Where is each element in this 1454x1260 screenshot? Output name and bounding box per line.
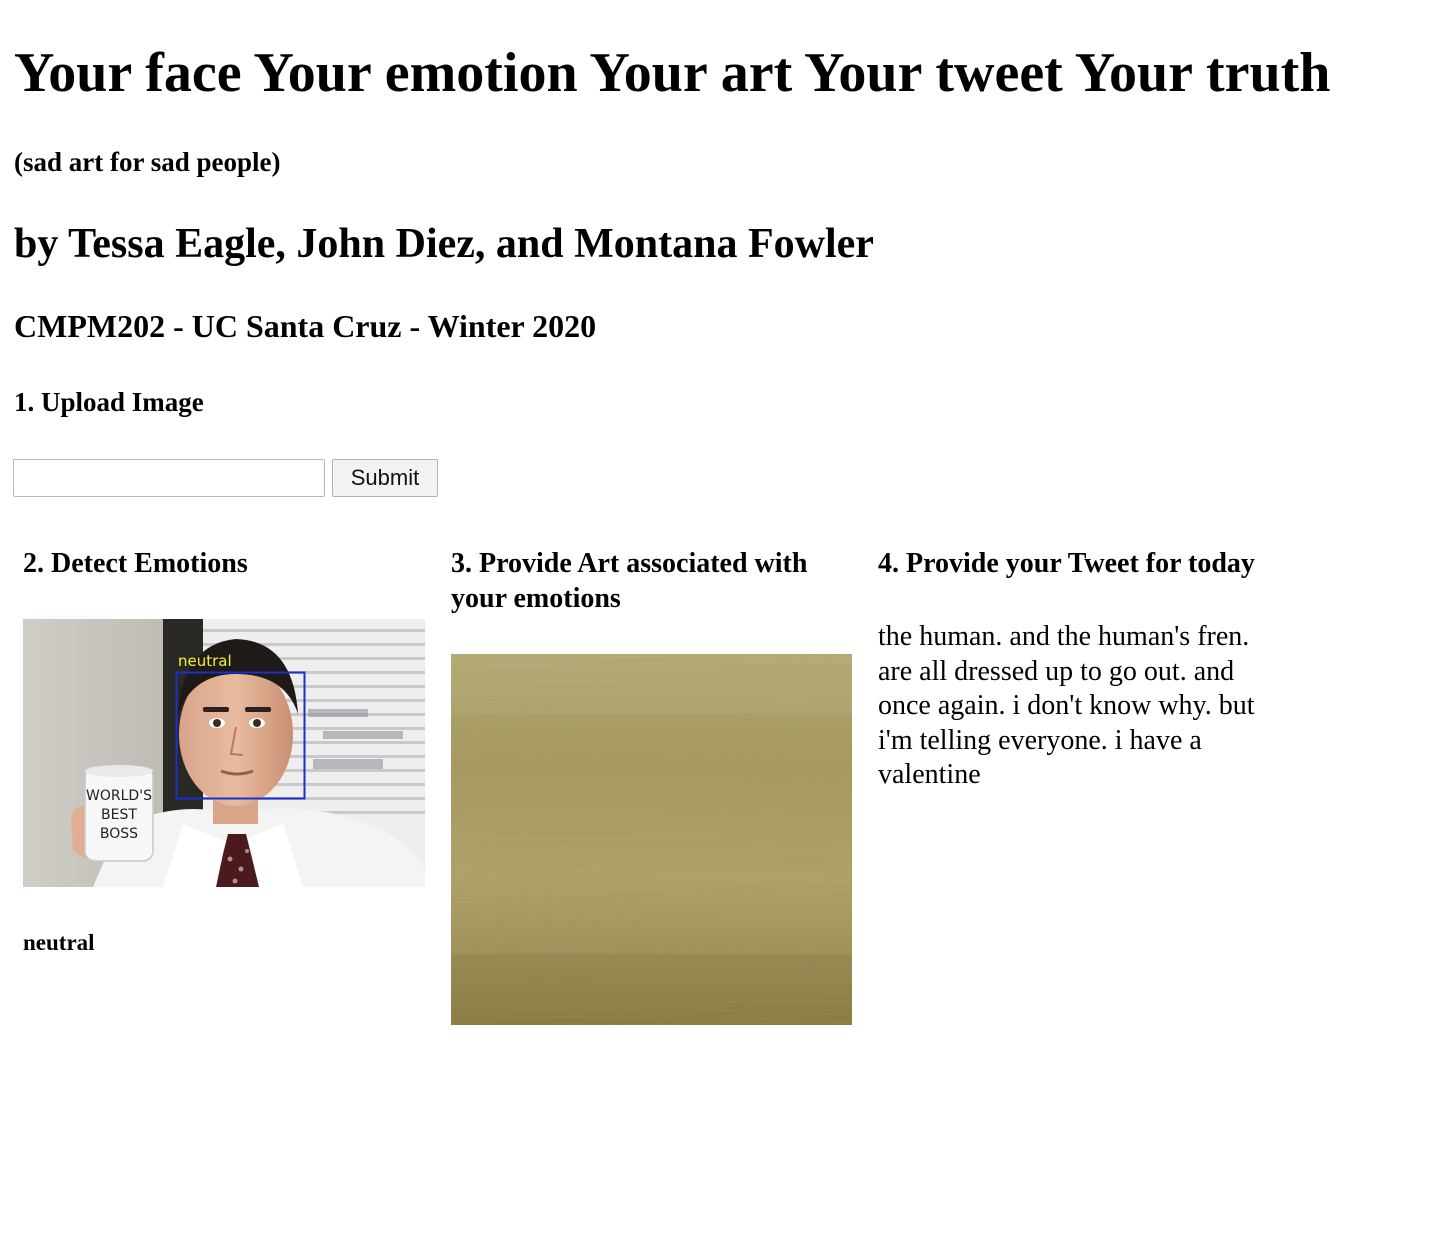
upload-input[interactable] xyxy=(13,459,325,497)
mug-line-1: WORLD'S xyxy=(86,788,152,804)
page: Your face Your emotion Your art Your twe… xyxy=(0,0,1454,1260)
tweet-text: the human. and the human's fren. are all… xyxy=(878,621,1255,791)
detected-emotion-result: neutral xyxy=(23,930,95,955)
page-subtitle: (sad art for sad people) xyxy=(14,147,281,177)
submit-button[interactable]: Submit xyxy=(332,459,438,497)
mug-text: WORLD'S BEST BOSS xyxy=(85,787,153,844)
tweet-heading: 4. Provide your Tweet for today xyxy=(878,548,1255,579)
mug-line-2: BEST xyxy=(101,807,137,823)
generated-art-image xyxy=(451,654,852,1025)
face-emotion-label: neutral xyxy=(178,652,232,670)
course-heading: CMPM202 - UC Santa Cruz - Winter 2020 xyxy=(14,308,597,344)
authors-heading: by Tessa Eagle, John Diez, and Montana F… xyxy=(14,221,874,267)
upload-heading: 1. Upload Image xyxy=(14,387,204,417)
page-title: Your face Your emotion Your art Your twe… xyxy=(14,42,1331,104)
detected-face-image: neutral WORLD'S BEST BOSS xyxy=(23,619,425,887)
mug-line-3: BOSS xyxy=(99,826,139,842)
art-heading: 3. Provide Art associated with your emot… xyxy=(451,548,808,614)
detect-heading: 2. Detect Emotions xyxy=(23,548,248,579)
